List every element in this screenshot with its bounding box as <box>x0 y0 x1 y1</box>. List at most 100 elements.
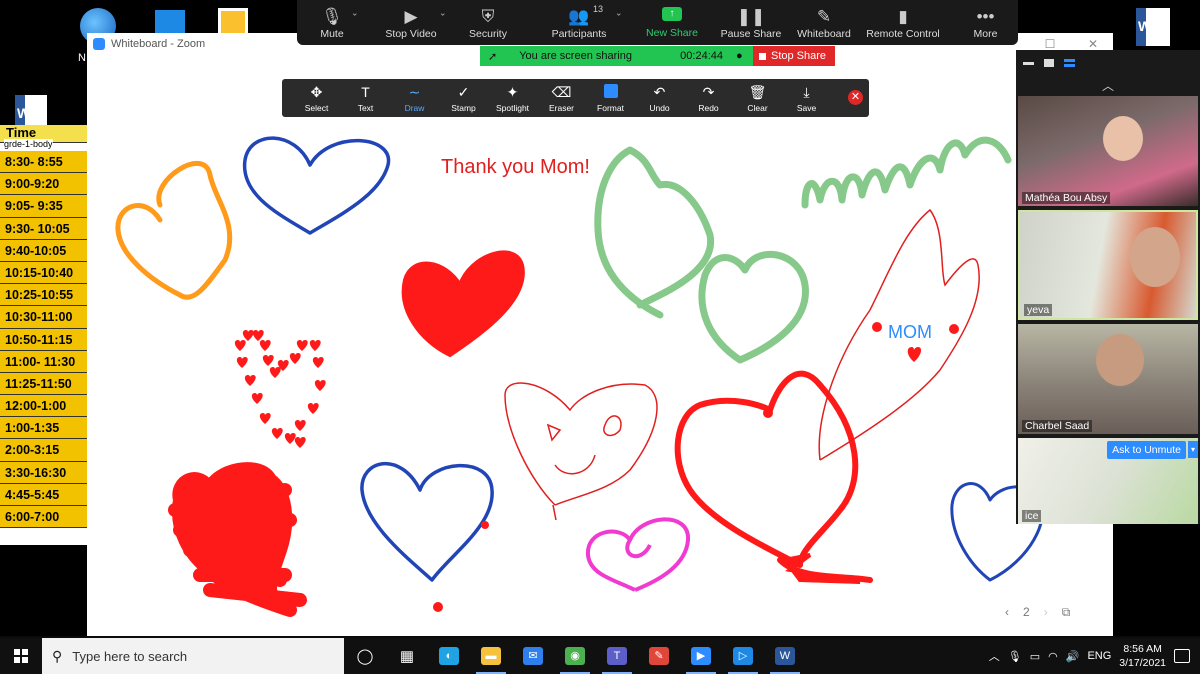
ask-to-unmute-button[interactable]: Ask to Unmute <box>1107 441 1186 459</box>
wifi-icon[interactable]: ◠ <box>1048 650 1058 663</box>
large-red-heart <box>674 370 873 583</box>
thank-you-text: Thank you Mom! <box>441 156 590 178</box>
tiny-heart <box>307 403 319 414</box>
chevron-up-icon[interactable]: ︿ <box>1016 76 1200 96</box>
tool-redo[interactable]: ↷ Redo <box>684 79 733 117</box>
format-icon <box>603 83 618 101</box>
face-heart <box>504 382 658 521</box>
tool-select[interactable]: ✥ Select <box>292 79 341 117</box>
stop-share-button[interactable]: Stop Share <box>753 46 835 66</box>
whiteboard-button[interactable]: ✎ Whiteboard <box>795 0 853 45</box>
blue-heart <box>360 461 494 582</box>
participants-button[interactable]: 👥 ⌃ 13 Participants <box>521 0 637 45</box>
tool-save[interactable]: ⤓ Save <box>782 79 831 117</box>
stop-video-button[interactable]: ▶ ⌃ Stop Video <box>367 0 455 45</box>
chevron-down-icon[interactable]: ▾ <box>1188 441 1198 458</box>
microphone-icon[interactable]: 🎙 <box>1008 650 1022 663</box>
schedule-row: 8:30- 8:55 <box>0 151 88 174</box>
tool-draw[interactable]: ∼ Draw <box>390 79 439 117</box>
pause-share-button[interactable]: ❚❚ Pause Share <box>707 0 795 45</box>
video-panel: ︿ Mathéa Bou Absy yeva Charbel Saad Ask … <box>1016 50 1200 524</box>
word-file-icon[interactable]: W <box>1136 8 1170 46</box>
word-icon[interactable]: W <box>764 638 806 674</box>
prev-page-icon[interactable]: ‹ <box>1005 605 1009 619</box>
share-timer: 00:24:44 <box>680 50 723 62</box>
participant-tile[interactable]: yeva <box>1018 210 1198 320</box>
meeting-button-label: Remote Control <box>866 27 940 40</box>
chevron-down-icon[interactable]: ⌃ <box>615 6 623 17</box>
stop-icon <box>759 52 766 60</box>
tool-eraser[interactable]: ⌫ Eraser <box>537 79 586 117</box>
search-icon: ⚲ <box>52 647 63 664</box>
edge-icon[interactable]: ◐ <box>428 638 470 674</box>
security-button[interactable]: ⛨ Security <box>455 0 521 45</box>
page-navigation: ‹ 2 › ⧉ <box>1005 603 1105 621</box>
volume-icon[interactable]: 🔊 <box>1066 650 1080 663</box>
taskbar-search[interactable]: ⚲ Type here to search <box>42 638 344 674</box>
share-arrow-icon: ➚ <box>488 50 498 63</box>
next-page-icon[interactable]: › <box>1044 605 1048 619</box>
participant-tile[interactable]: Charbel Saad <box>1018 324 1198 434</box>
tool-spotlight[interactable]: ✦ Spotlight <box>488 79 537 117</box>
tool-stamp[interactable]: ✓ Stamp <box>439 79 488 117</box>
participant-face <box>1096 334 1144 386</box>
chevron-down-icon[interactable]: ⌃ <box>351 6 359 17</box>
tool-label: Stamp <box>451 102 476 113</box>
whiteboard-canvas[interactable]: Thank you Mom! MOM <box>87 118 1113 630</box>
zoom-icon[interactable]: ▶ <box>680 638 722 674</box>
clock[interactable]: 8:56 AM 3/17/2021 <box>1119 642 1166 670</box>
language[interactable]: ENG <box>1087 650 1111 662</box>
tiny-heart <box>284 433 296 444</box>
tiny-heart <box>296 340 308 351</box>
tool-format[interactable]: Format <box>586 79 635 117</box>
schedule-row: 10:50-11:15 <box>0 328 88 351</box>
task-view-icon[interactable]: ◯ <box>344 638 386 674</box>
schedule-row: 9:00-9:20 <box>0 173 88 196</box>
schedule-row: 12:00-1:00 <box>0 395 88 418</box>
meeting-button-label: Pause Share <box>720 27 782 40</box>
participant-count: 13 <box>593 4 604 14</box>
participant-face <box>1130 227 1180 287</box>
tool-undo[interactable]: ↶ Undo <box>635 79 684 117</box>
gallery-view-icon[interactable] <box>1064 59 1075 67</box>
participant-tile[interactable]: Mathéa Bou Absy <box>1018 96 1198 206</box>
mute-button[interactable]: 🎙 ⌃ Mute <box>297 0 367 45</box>
meeting-button-label: Security <box>469 27 507 40</box>
tiny-heart <box>262 355 274 366</box>
participant-name: Mathéa Bou Absy <box>1022 192 1111 204</box>
tool-text[interactable]: T Text <box>341 79 390 117</box>
file-explorer-icon[interactable]: ▬ <box>470 638 512 674</box>
chevron-down-icon[interactable]: ⌃ <box>439 6 447 17</box>
paint-icon[interactable]: ✎ <box>638 638 680 674</box>
widgets-icon[interactable]: ▦ <box>386 638 428 674</box>
close-toolbar-icon[interactable]: ✕ <box>848 90 863 105</box>
thumbnail-view-icon[interactable] <box>1044 59 1054 67</box>
tiny-heart <box>312 357 324 368</box>
chevron-up-icon[interactable]: ︿ <box>989 648 1000 664</box>
battery-icon[interactable]: ▭ <box>1030 650 1040 663</box>
video-panel-controls <box>1016 50 1200 76</box>
chevron-down-icon[interactable]: ﹀ <box>1016 504 1200 524</box>
remote-control-button[interactable]: ▮ Remote Control <box>853 0 953 45</box>
tiny-heart <box>236 357 248 368</box>
spotlight-icon: ✦ <box>506 83 519 100</box>
tool-clear[interactable]: 🗑 Clear <box>733 79 782 117</box>
new-page-icon[interactable]: ⧉ <box>1062 605 1071 620</box>
start-button[interactable] <box>0 638 42 674</box>
red-dot <box>949 324 959 334</box>
more-button[interactable]: ••• More <box>953 0 1018 45</box>
schedule-row: 1:00-1:35 <box>0 417 88 440</box>
teams-icon[interactable]: T <box>596 638 638 674</box>
minimize-icon[interactable] <box>1023 61 1034 65</box>
red-dot <box>872 322 882 332</box>
tiny-heart <box>289 353 301 364</box>
media-player-icon[interactable]: ▷ <box>722 638 764 674</box>
notifications-icon[interactable] <box>1174 649 1190 663</box>
mail-icon[interactable]: ✉ <box>512 638 554 674</box>
participant-name: Charbel Saad <box>1022 420 1093 432</box>
schedule-row: 9:30- 10:05 <box>0 217 88 240</box>
new-share-button[interactable]: ↑ New Share <box>637 0 707 45</box>
pink-heart <box>586 517 691 592</box>
tiny-heart <box>259 340 271 351</box>
chrome-icon[interactable]: ◉ <box>554 638 596 674</box>
